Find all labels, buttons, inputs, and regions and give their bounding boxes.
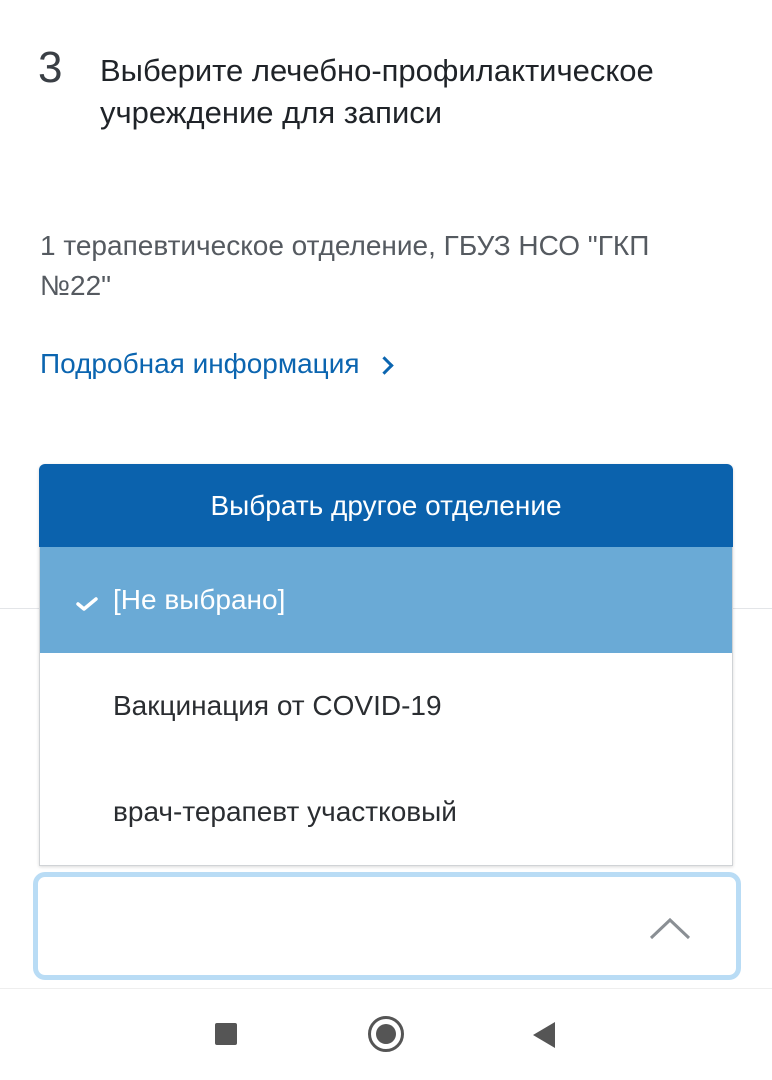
home-icon[interactable]: [368, 1016, 404, 1052]
step-title: Выберите лечебно-профилактическое учрежд…: [100, 53, 654, 130]
dropdown-option-label: [Не выбрано]: [113, 584, 286, 615]
dropdown-header: Выбрать другое отделение: [39, 464, 733, 547]
recent-apps-icon[interactable]: [215, 1023, 237, 1045]
chevron-up-icon: [649, 917, 691, 940]
step-number: 3: [38, 43, 63, 92]
dropdown-list: [Не выбрано] Вакцинация от COVID-19 врач…: [39, 547, 733, 866]
dropdown-option-covid-vaccination[interactable]: Вакцинация от COVID-19: [40, 653, 732, 759]
home-icon-inner: [376, 1024, 396, 1044]
dropdown-option-label: Вакцинация от COVID-19: [113, 690, 442, 721]
details-link-label: Подробная информация: [40, 348, 360, 379]
dropdown-option-label: врач-терапевт участковый: [113, 796, 457, 827]
details-link[interactable]: Подробная информация: [40, 344, 394, 384]
check-icon: [76, 597, 98, 611]
back-icon[interactable]: [533, 1022, 555, 1048]
page: 3 Выберите лечебно-профилактическое учре…: [0, 0, 772, 1080]
department-select[interactable]: [33, 872, 741, 980]
dropdown-option-district-therapist[interactable]: врач-терапевт участковый: [40, 759, 732, 865]
facility-name: 1 терапевтическое отделение, ГБУЗ НСО "Г…: [40, 230, 650, 301]
android-nav-bar: [0, 988, 772, 1080]
department-dropdown: Выбрать другое отделение [Не выбрано] Ва…: [39, 464, 733, 866]
chevron-right-icon: [374, 355, 394, 375]
dropdown-option-not-selected[interactable]: [Не выбрано]: [40, 547, 732, 653]
